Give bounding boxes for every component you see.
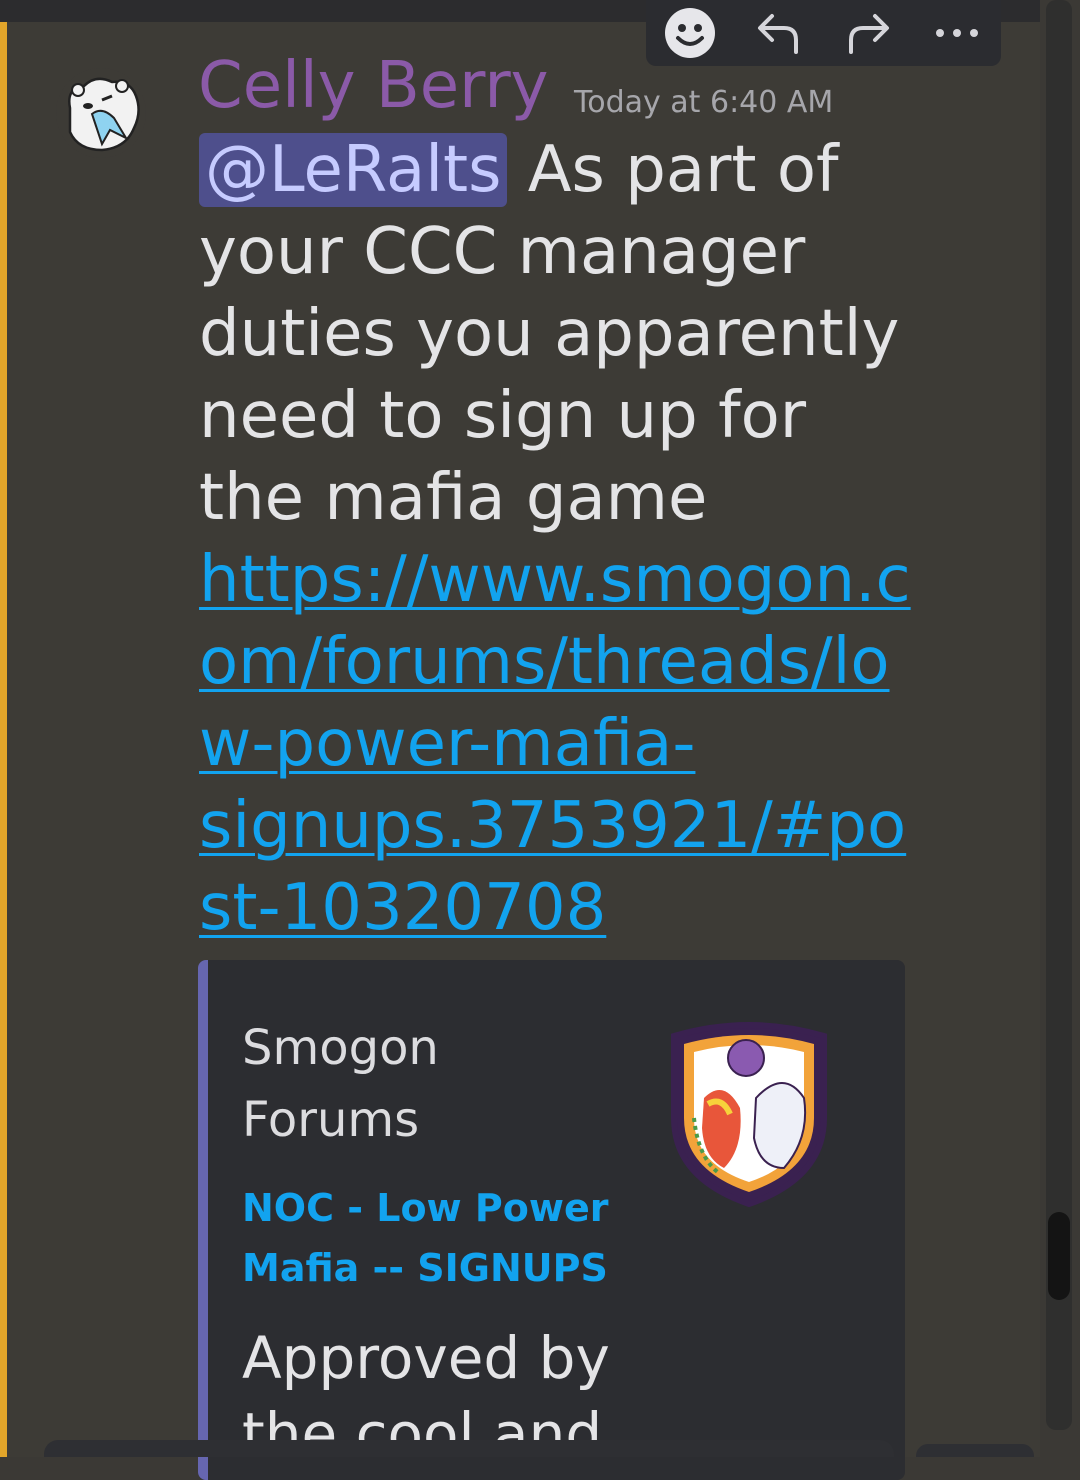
embed-thumbnail-icon[interactable] bbox=[664, 1018, 834, 1208]
more-icon[interactable] bbox=[927, 3, 987, 63]
message-link[interactable]: https://www.smogon.com/forums/threads/lo… bbox=[199, 543, 911, 945]
chat-message[interactable]: Celly Berry Today at 6:40 AM @LeRalts As… bbox=[0, 22, 1040, 1480]
embed-accent-bar bbox=[198, 960, 208, 1480]
add-reaction-icon[interactable] bbox=[660, 3, 720, 63]
next-element-edge bbox=[44, 1440, 894, 1457]
scrollbar-thumb[interactable] bbox=[1048, 1212, 1070, 1300]
forward-icon[interactable] bbox=[838, 3, 898, 63]
mention-highlight-bar bbox=[0, 22, 7, 1457]
message-content: @LeRalts As part of your CCC manager dut… bbox=[199, 129, 919, 949]
message-toolbar bbox=[646, 0, 1001, 66]
message-timestamp: Today at 6:40 AM bbox=[574, 85, 834, 120]
embed-title[interactable]: NOC - Low Power Mafia -- SIGNUPS bbox=[242, 1178, 622, 1298]
author-avatar[interactable] bbox=[56, 68, 146, 158]
link-embed: Smogon Forums NOC - Low Power Mafia -- S… bbox=[198, 960, 905, 1480]
next-element-edge-right bbox=[916, 1444, 1034, 1457]
reply-icon[interactable] bbox=[749, 3, 809, 63]
embed-provider[interactable]: Smogon Forums bbox=[242, 1012, 502, 1156]
user-mention[interactable]: @LeRalts bbox=[199, 133, 508, 207]
author-name[interactable]: Celly Berry bbox=[198, 54, 549, 118]
